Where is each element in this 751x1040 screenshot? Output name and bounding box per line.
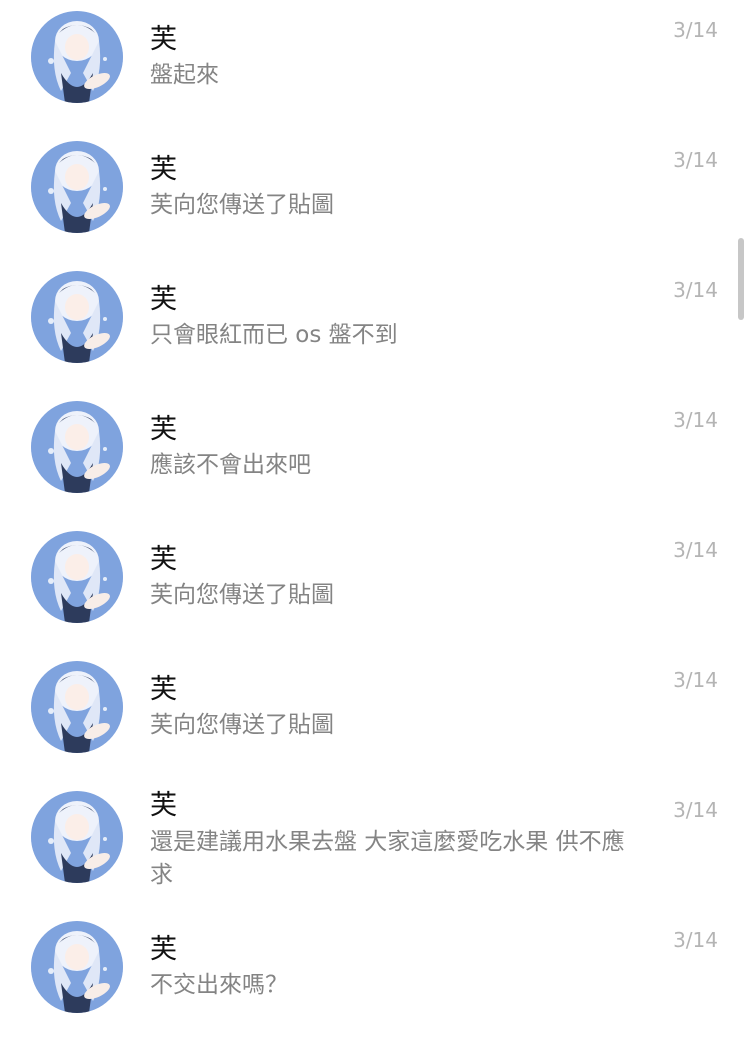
message-preview: 還是建議用水果去盤 大家這麼愛吃水果 供不應求: [150, 829, 625, 888]
avatar-image-icon: [31, 661, 123, 753]
avatar[interactable]: [31, 791, 123, 883]
chat-list-item[interactable]: 芙 應該不會出來吧 3/14: [0, 390, 751, 520]
chat-list-item[interactable]: 芙 芙向您傳送了貼圖 3/14: [0, 130, 751, 260]
message-date: 3/14: [673, 408, 718, 432]
scrollbar[interactable]: [738, 238, 744, 320]
contact-name: 芙: [150, 544, 177, 575]
message-preview: 不交出來嗎？: [150, 972, 288, 998]
avatar[interactable]: [31, 661, 123, 753]
chat-list: 芙 盤起來 3/14 芙 芙向您傳送了貼圖 3/14 芙 只會眼紅而已 os 盤…: [0, 0, 751, 1024]
message-preview: 應該不會出來吧: [150, 452, 311, 478]
avatar-image-icon: [31, 921, 123, 1013]
avatar-image-icon: [31, 531, 123, 623]
message-preview: 只會眼紅而已 os 盤不到: [150, 322, 398, 348]
contact-name: 芙: [150, 934, 177, 965]
contact-name: 芙: [150, 674, 177, 705]
avatar[interactable]: [31, 271, 123, 363]
message-preview: 芙向您傳送了貼圖: [150, 192, 334, 218]
message-date: 3/14: [673, 538, 718, 562]
avatar[interactable]: [31, 921, 123, 1013]
message-preview: 芙向您傳送了貼圖: [150, 712, 334, 738]
avatar[interactable]: [31, 11, 123, 103]
avatar-image-icon: [31, 791, 123, 883]
contact-name: 芙: [150, 790, 177, 821]
chat-list-item[interactable]: 芙 只會眼紅而已 os 盤不到 3/14: [0, 260, 751, 390]
message-date: 3/14: [673, 278, 718, 302]
chat-list-item[interactable]: 芙 還是建議用水果去盤 大家這麼愛吃水果 供不應求 3/14: [0, 780, 751, 910]
contact-name: 芙: [150, 154, 177, 185]
message-preview: 芙向您傳送了貼圖: [150, 582, 334, 608]
contact-name: 芙: [150, 24, 177, 55]
chat-list-item[interactable]: 芙 不交出來嗎？ 3/14: [0, 910, 751, 1040]
chat-list-item[interactable]: 芙 芙向您傳送了貼圖 3/14: [0, 650, 751, 780]
message-date: 3/14: [673, 668, 718, 692]
contact-name: 芙: [150, 284, 177, 315]
avatar-image-icon: [31, 401, 123, 493]
message-date: 3/14: [673, 798, 718, 822]
message-date: 3/14: [673, 148, 718, 172]
avatar-image-icon: [31, 11, 123, 103]
avatar[interactable]: [31, 141, 123, 233]
chat-list-item[interactable]: 芙 盤起來 3/14: [0, 0, 751, 130]
message-date: 3/14: [673, 18, 718, 42]
message-preview: 盤起來: [150, 62, 219, 88]
avatar-image-icon: [31, 271, 123, 363]
contact-name: 芙: [150, 414, 177, 445]
chat-list-item[interactable]: 芙 芙向您傳送了貼圖 3/14: [0, 520, 751, 650]
avatar[interactable]: [31, 531, 123, 623]
message-date: 3/14: [673, 928, 718, 952]
avatar-image-icon: [31, 141, 123, 233]
avatar[interactable]: [31, 401, 123, 493]
